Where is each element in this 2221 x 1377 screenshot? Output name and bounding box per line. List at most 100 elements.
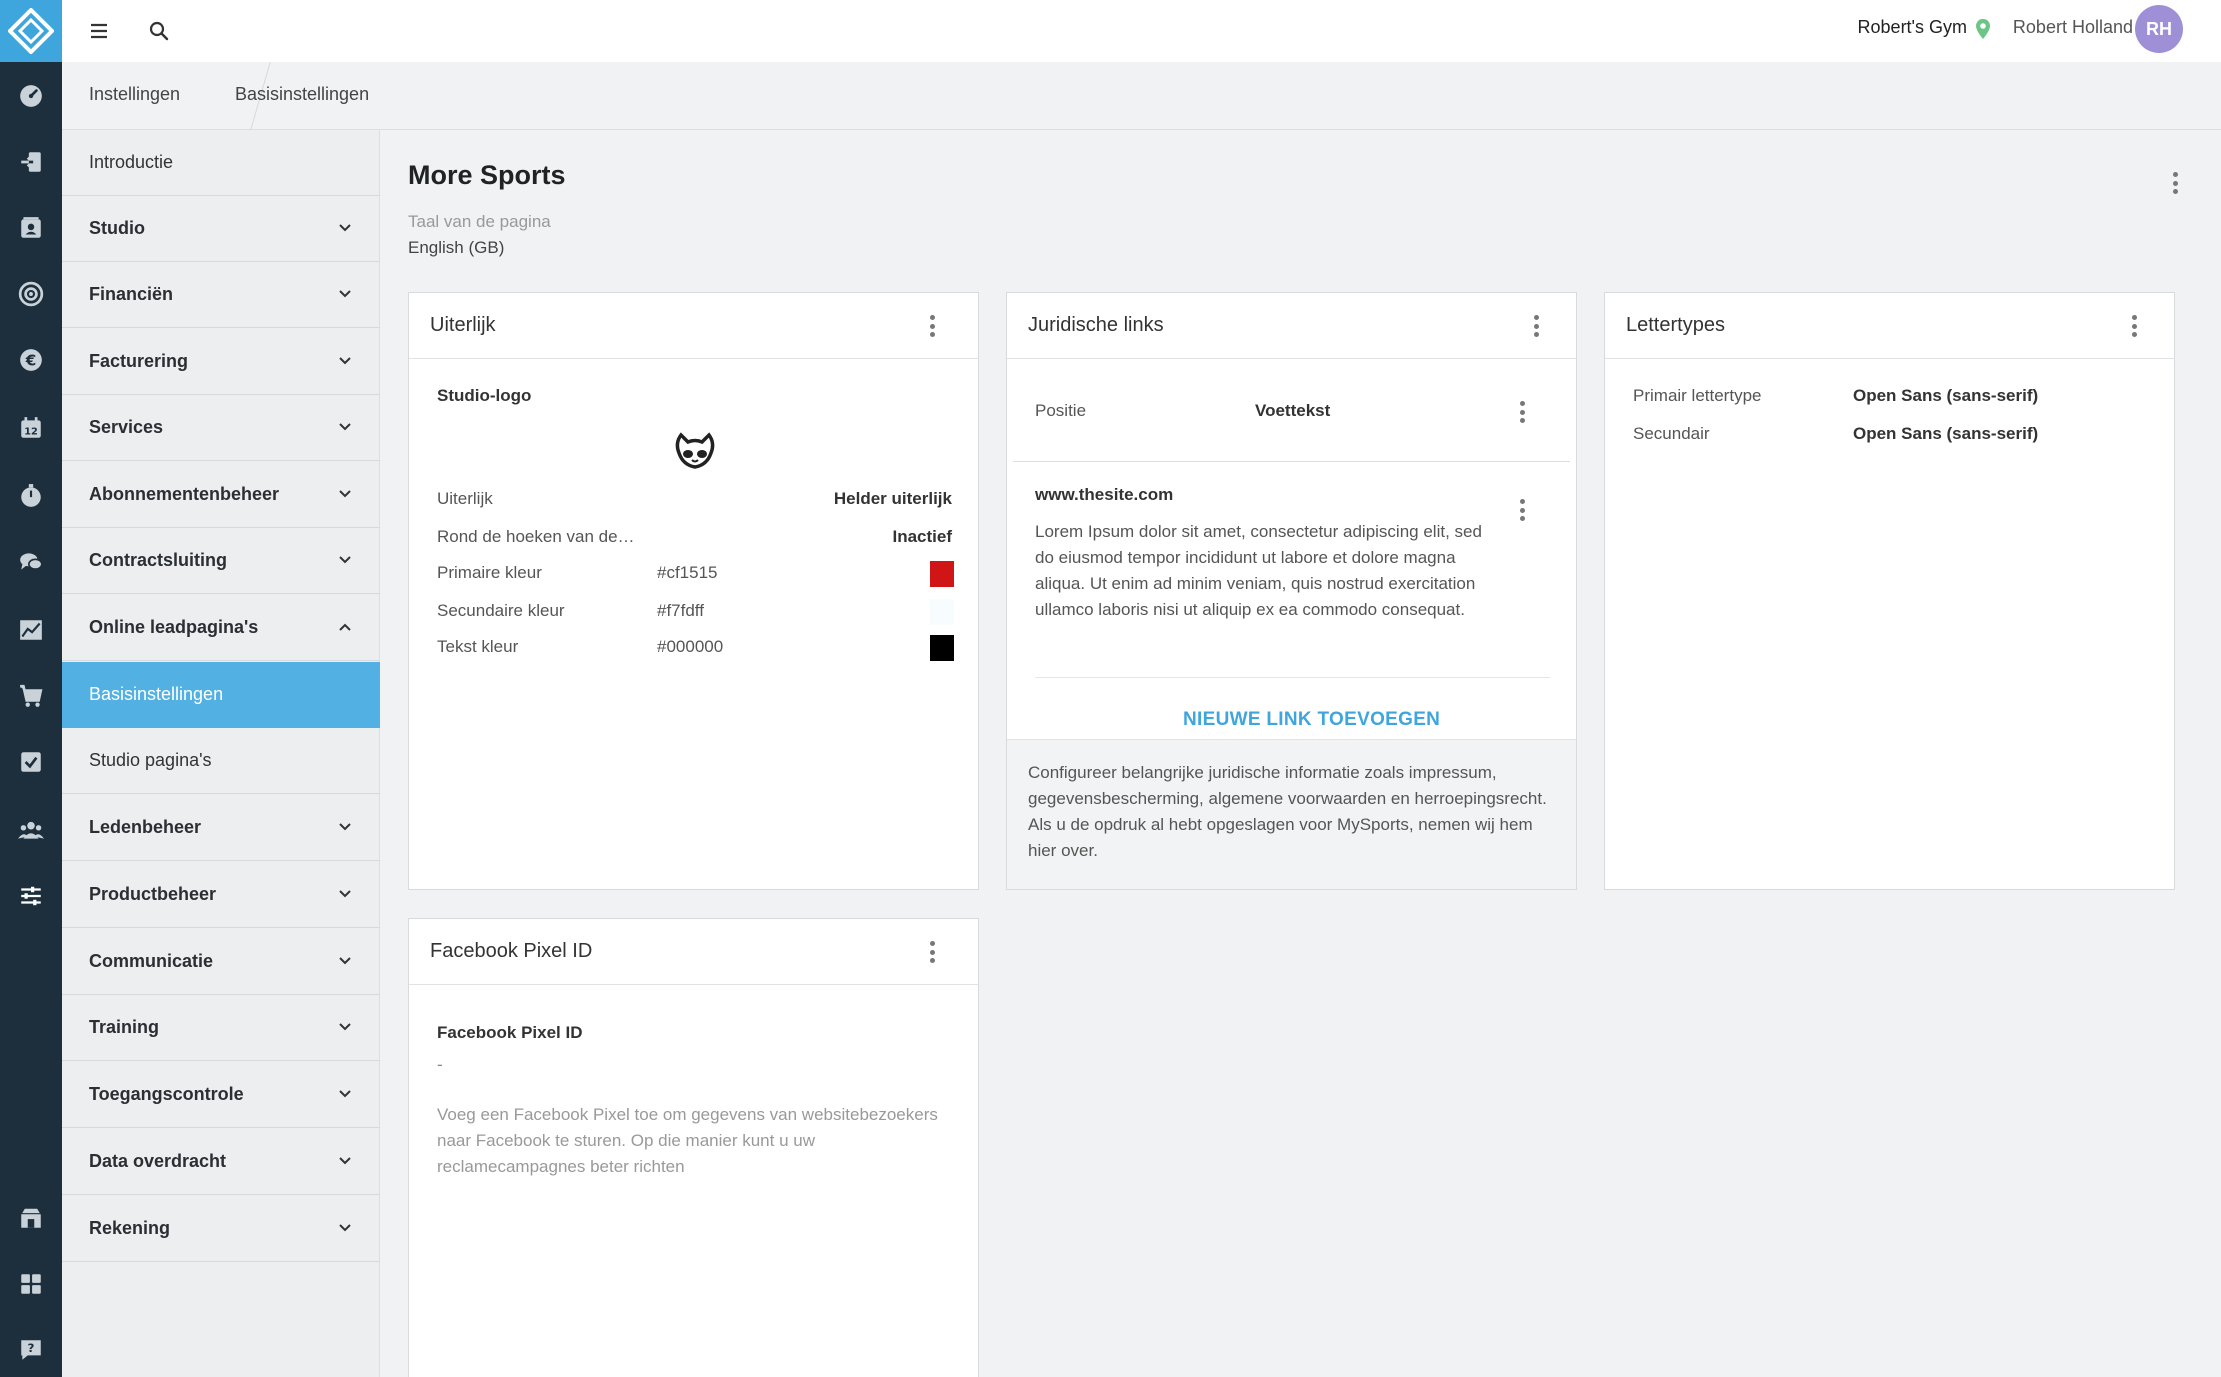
facebook-pixel-label: Facebook Pixel ID (437, 1023, 583, 1042)
icon-rail: € 12 ? (0, 0, 62, 1377)
chevron-down-icon (339, 556, 351, 564)
sidebar-item-ledenbeheer[interactable]: Ledenbeheer (62, 795, 380, 861)
dashboard-icon[interactable] (0, 76, 62, 116)
fonts-more-options-icon[interactable] (2127, 311, 2141, 341)
sidebar-item-basisinstellingen[interactable]: Basisinstellingen (62, 662, 380, 728)
rounded-corners-value: Inactief (892, 527, 952, 546)
language-value: English (GB) (408, 238, 505, 257)
page-more-options-icon[interactable] (2168, 168, 2182, 198)
primary-font-value: Open Sans (sans-serif) (1853, 386, 2039, 405)
contacts-icon[interactable] (0, 208, 62, 248)
primary-color-label: Primaire kleur (437, 563, 542, 582)
calendar-icon[interactable]: 12 (0, 408, 62, 448)
sidebar-item-financien[interactable]: Financiën (62, 262, 380, 328)
legal-link-more-options-icon[interactable] (1515, 495, 1529, 525)
language-label: Taal van de pagina (408, 212, 551, 231)
legal-link-title[interactable]: www.thesite.com (1035, 485, 1173, 505)
fonts-card-header: Lettertypes (1605, 293, 2174, 359)
target-icon[interactable] (0, 274, 62, 314)
store-icon[interactable] (0, 1198, 62, 1238)
svg-text:?: ? (28, 1341, 35, 1355)
settings-sliders-icon[interactable] (0, 876, 62, 916)
checkbox-icon[interactable] (0, 742, 62, 782)
breadcrumb: Instellingen Basisinstellingen (62, 62, 2221, 130)
appearance-value: Helder uiterlijk (833, 489, 952, 508)
divider (1035, 677, 1550, 678)
sidebar-item-toegangscontrole[interactable]: Toegangscontrole (62, 1062, 380, 1128)
legal-links-card-title: Juridische links (1028, 314, 1164, 336)
appearance-card: Uiterlijk Studio-logo Uiterlijk Helder u… (408, 292, 979, 890)
euro-icon[interactable]: € (0, 340, 62, 380)
sidebar-item-facturering[interactable]: Facturering (62, 329, 380, 395)
fonts-card: Lettertypes Primair lettertype Open Sans… (1604, 292, 2175, 890)
studio-logo-image (673, 429, 717, 476)
chevron-down-icon (339, 357, 351, 365)
sidebar-item-studio[interactable]: Studio (62, 196, 380, 262)
text-color-swatch (930, 635, 954, 661)
rounded-corners-label: Rond de hoeken van de… (437, 527, 635, 546)
check-in-icon[interactable] (0, 142, 62, 182)
facebook-pixel-more-options-icon[interactable] (925, 937, 939, 967)
legal-links-card-header: Juridische links (1007, 293, 1576, 359)
app-logo[interactable] (0, 0, 62, 62)
chevron-down-icon (339, 1090, 351, 1098)
cart-icon[interactable] (0, 676, 62, 716)
help-icon[interactable]: ? (0, 1330, 62, 1370)
breadcrumb-item-instellingen[interactable]: Instellingen (89, 84, 180, 105)
chevron-down-icon (339, 1224, 351, 1232)
chevron-down-icon (339, 423, 351, 431)
sidebar-item-data-overdracht[interactable]: Data overdracht (62, 1129, 380, 1195)
studio-name[interactable]: Robert's Gym (1858, 17, 1967, 38)
sidebar-item-online-leadpaginas[interactable]: Online leadpagina's (62, 595, 380, 661)
add-new-link-button[interactable]: NIEUWE LINK TOEVOEGEN (1183, 709, 1440, 731)
secondary-color-hex: #f7fdff (657, 601, 704, 620)
members-icon[interactable] (0, 810, 62, 850)
divider (1013, 461, 1570, 462)
avatar[interactable]: RH (2135, 5, 2183, 53)
svg-text:€: € (25, 351, 37, 369)
facebook-pixel-card: Facebook Pixel ID Facebook Pixel ID - Vo… (408, 918, 979, 1377)
facebook-pixel-help-text: Voeg een Facebook Pixel toe om gegevens … (437, 1105, 938, 1176)
location-pin-icon (1975, 18, 1991, 45)
primary-color-hex: #cf1515 (657, 563, 718, 582)
sidebar-item-rekening[interactable]: Rekening (62, 1196, 380, 1262)
appearance-card-header: Uiterlijk (409, 293, 978, 359)
sidebar-item-services[interactable]: Services (62, 395, 380, 461)
chat-icon[interactable] (0, 542, 62, 582)
chevron-down-icon (339, 823, 351, 831)
appearance-card-title: Uiterlijk (430, 314, 496, 336)
secondary-font-label: Secundair (1633, 424, 1710, 443)
secondary-color-swatch (930, 599, 954, 625)
chevron-down-icon (339, 224, 351, 232)
search-icon[interactable] (140, 12, 178, 50)
chart-icon[interactable] (0, 610, 62, 650)
page-title: More Sports (408, 160, 566, 190)
breadcrumb-item-basisinstellingen: Basisinstellingen (235, 84, 370, 104)
chevron-down-icon (339, 957, 351, 965)
sidebar-item-abonnementenbeheer[interactable]: Abonnementenbeheer (62, 462, 380, 528)
sidebar-item-productbeheer[interactable]: Productbeheer (62, 862, 380, 928)
timer-icon[interactable] (0, 476, 62, 516)
logo-diamond-icon (8, 8, 54, 54)
sidebar-item-training[interactable]: Training (62, 995, 380, 1061)
primary-font-label: Primair lettertype (1633, 386, 1762, 405)
sidebar-item-studio-paginas[interactable]: Studio pagina's (62, 728, 380, 794)
legal-links-more-options-icon[interactable] (1529, 311, 1543, 341)
sidebar-item-communicatie[interactable]: Communicatie (62, 929, 380, 995)
hamburger-icon[interactable] (80, 12, 118, 50)
studio-logo-label: Studio-logo (437, 386, 532, 405)
user-name[interactable]: Robert Holland (2013, 17, 2133, 38)
facebook-pixel-value: - (437, 1055, 443, 1074)
sidebar-item-contractsluiting[interactable]: Contractsluiting (62, 528, 380, 594)
chevron-down-icon (339, 890, 351, 898)
fonts-card-title: Lettertypes (1626, 314, 1725, 336)
text-color-hex: #000000 (657, 637, 724, 656)
position-more-options-icon[interactable] (1515, 397, 1529, 427)
sidebar-item-introductie[interactable]: Introductie (62, 130, 380, 196)
appearance-more-options-icon[interactable] (925, 311, 939, 341)
apps-icon[interactable] (0, 1264, 62, 1304)
legal-links-footer-text: Configureer belangrijke juridische infor… (1028, 763, 1547, 860)
chevron-down-icon (339, 1023, 351, 1031)
legal-links-footer: Configureer belangrijke juridische infor… (1007, 739, 1576, 889)
facebook-pixel-card-title: Facebook Pixel ID (430, 940, 593, 962)
